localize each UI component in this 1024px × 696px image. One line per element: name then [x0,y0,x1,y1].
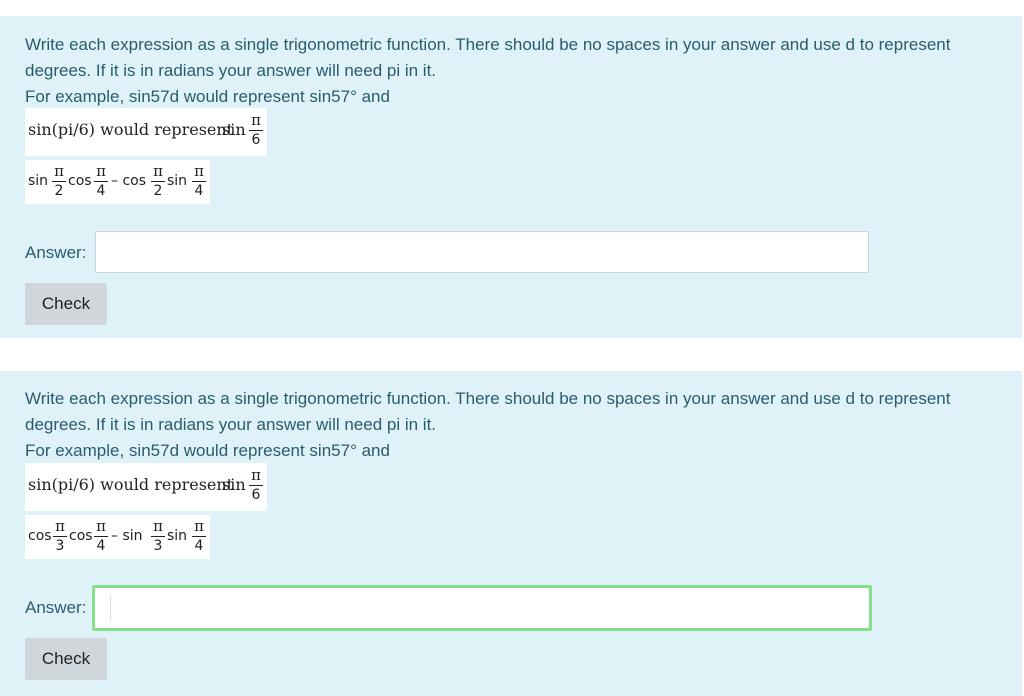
fraction-bar [151,181,165,182]
fraction-denominator: 4 [194,183,204,199]
fraction-numerator: π [194,517,204,535]
fraction-bar [249,485,263,486]
fraction-denominator: 6 [251,132,261,148]
fraction-bar [151,536,165,537]
fraction-numerator: π [153,517,163,535]
answer-input[interactable] [92,585,872,631]
check-button[interactable]: Check [25,638,107,680]
expr-term-2: cos [69,528,93,544]
fraction-bar [192,536,206,537]
fraction-bar [94,181,108,182]
fraction-bar [53,536,67,537]
answer-label: Answer: [25,598,87,617]
expr-fraction-4: π 4 [192,519,206,554]
expr-term-1: sin [28,173,49,189]
instructions-paragraph: Write each expression as a single trigon… [25,35,951,80]
question-panel-2: Write each expression as a single trigon… [0,371,1022,696]
fraction-numerator: π [54,162,64,180]
instructions-paragraph: Write each expression as a single trigon… [25,389,951,434]
example-formula-image: sin(pi/6) would represent sin π 6 [25,108,267,156]
expression-image: sin π 2 cos π 4 – cos π 2 sin π 4 [25,160,210,204]
example-formula-image: sin(pi/6) would represent sin π 6 [25,463,267,511]
fraction-denominator: 2 [54,183,64,199]
expr-term-3: – cos [111,173,147,189]
fraction-denominator: 3 [55,538,65,554]
expression-image: cos π 3 cos π 4 – sin π 3 sin π 4 [25,515,210,559]
expr-fraction-1: π 3 [53,519,67,554]
fraction-bar [94,536,108,537]
expr-fraction-2: π 4 [94,164,108,199]
fraction-numerator: π [55,517,65,535]
fraction-denominator: 6 [251,487,261,503]
fraction-denominator: 3 [153,538,163,554]
fraction-numerator: π [96,517,106,535]
expr-term-2: cos [68,173,92,189]
expr-fraction-3: π 3 [151,519,165,554]
fraction-bar [192,181,206,182]
text-caret [110,596,111,620]
question-instructions: Write each expression as a single trigon… [25,386,985,464]
fraction-numerator: π [251,111,261,129]
fraction-bar [52,181,66,182]
fraction-denominator: 4 [194,538,204,554]
check-button[interactable]: Check [25,283,107,325]
example-formula-fn: sin [222,120,246,139]
example-formula-text: sin(pi/6) would represent [28,475,234,494]
example-formula-fn: sin [222,475,246,494]
expr-fraction-4: π 4 [192,164,206,199]
example-intro: For example, sin57d would represent sin5… [25,87,390,106]
expr-fraction-2: π 4 [94,519,108,554]
fraction-denominator: 4 [96,183,106,199]
question-instructions: Write each expression as a single trigon… [25,32,985,110]
expr-fraction-3: π 2 [151,164,165,199]
fraction-numerator: π [194,162,204,180]
answer-label: Answer: [25,243,87,262]
fraction-numerator: π [153,162,163,180]
expr-fraction-1: π 2 [52,164,66,199]
expr-term-1: cos [28,528,52,544]
fraction-numerator: π [251,466,261,484]
expr-term-4: sin [167,173,188,189]
fraction-numerator: π [96,162,106,180]
answer-input[interactable] [95,231,869,273]
expr-term-3: – sin [111,528,143,544]
example-fraction: π 6 [249,113,263,148]
question-panel-1: Write each expression as a single trigon… [0,16,1022,338]
fraction-bar [249,130,263,131]
example-formula-text: sin(pi/6) would represent [28,120,234,139]
fraction-denominator: 2 [153,183,163,199]
example-intro: For example, sin57d would represent sin5… [25,441,390,460]
expr-term-4: sin [167,528,188,544]
fraction-denominator: 4 [96,538,106,554]
example-fraction: π 6 [249,468,263,503]
